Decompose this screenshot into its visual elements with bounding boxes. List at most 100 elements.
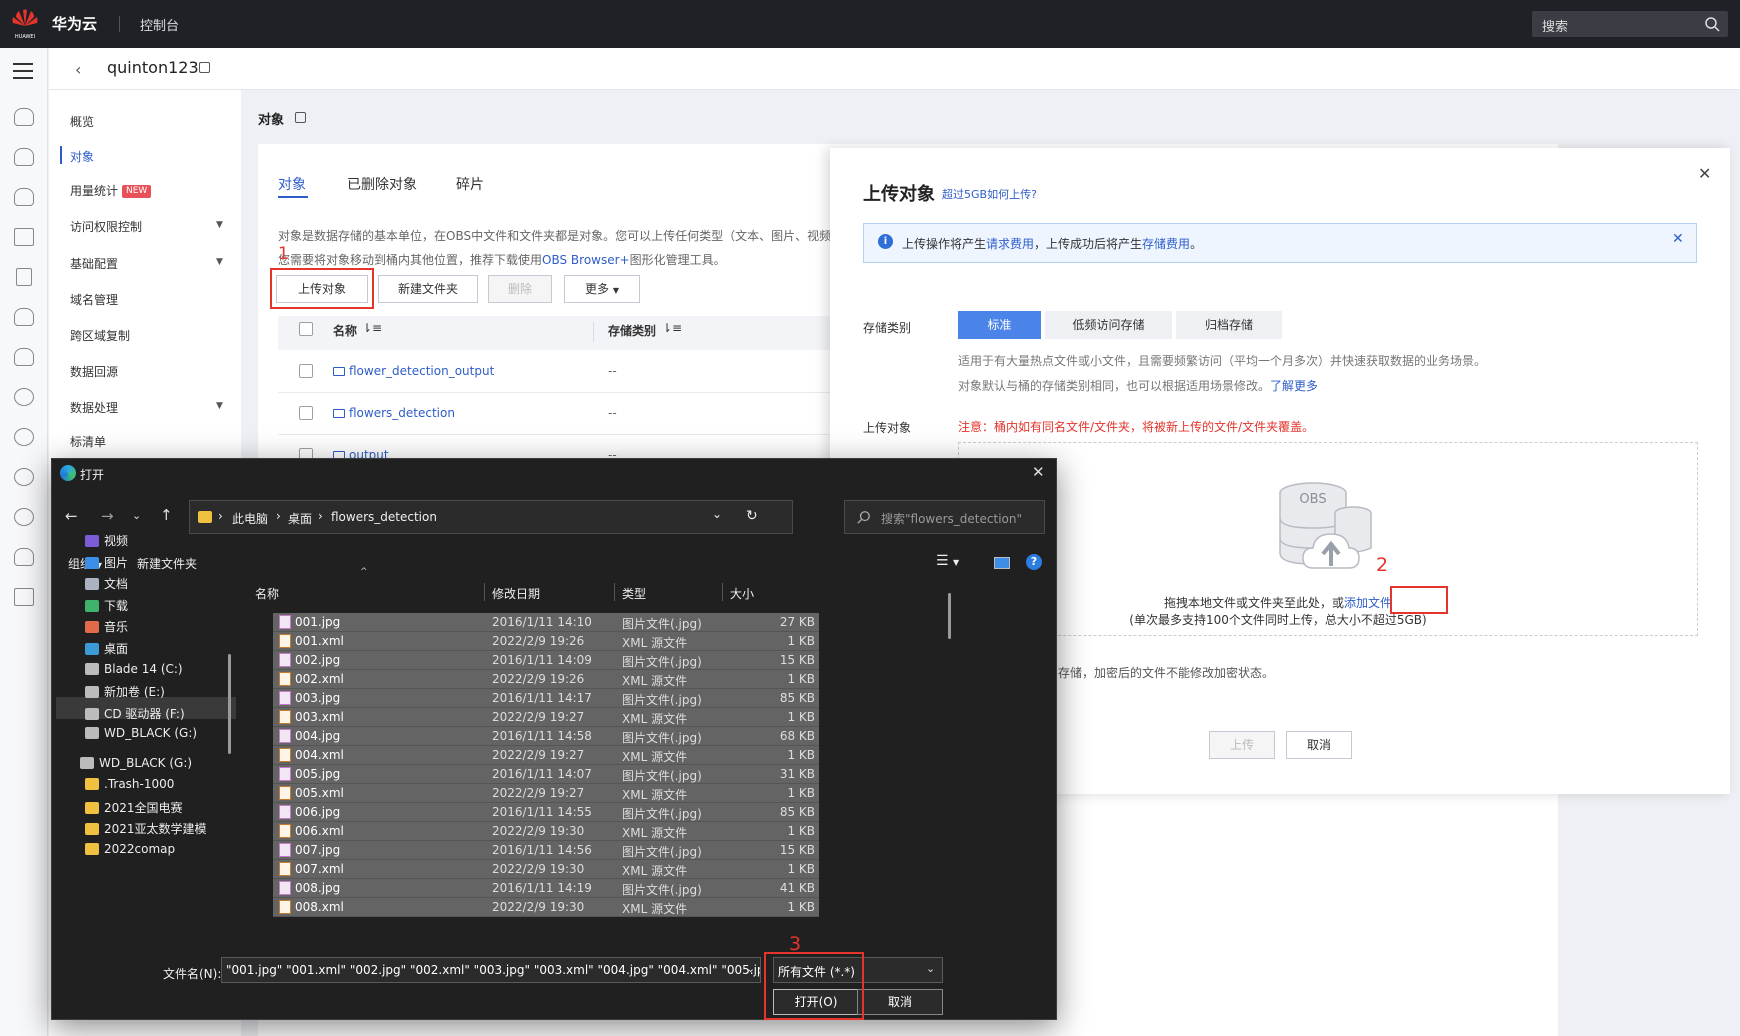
object-name-link[interactable]: flowers_detection [333, 406, 455, 420]
breadcrumb-desktop[interactable]: 桌面 [288, 510, 312, 527]
tree-item[interactable]: .Trash-1000 [85, 777, 174, 791]
close-icon[interactable]: ✕ [1672, 231, 1684, 247]
preview-pane-icon[interactable] [994, 557, 1010, 569]
file-row[interactable]: 008.jpg 2016/1/11 14:19 图片文件(.jpg) 41 KB [273, 879, 819, 898]
file-row[interactable]: 004.jpg 2016/1/11 14:58 图片文件(.jpg) 68 KB [273, 727, 819, 746]
file-row[interactable]: 003.jpg 2016/1/11 14:17 图片文件(.jpg) 85 KB [273, 689, 819, 708]
close-icon[interactable]: ✕ [1032, 463, 1045, 481]
up-icon[interactable]: ↑ [160, 506, 173, 524]
tree-item[interactable]: 图片 [85, 554, 128, 571]
help-icon[interactable]: ? [1026, 554, 1042, 570]
tree-item[interactable]: WD_BLACK (G:) [85, 726, 197, 740]
back-icon[interactable]: ← [65, 507, 78, 525]
menu-icon[interactable] [13, 63, 33, 79]
tree-item[interactable]: 2021亚太数学建模 [85, 820, 207, 837]
breadcrumb-this-pc[interactable]: 此电脑 [232, 510, 268, 527]
globe-icon[interactable] [14, 508, 34, 526]
recent-chevron-icon[interactable]: ⌄ [132, 509, 141, 522]
sidebar-item[interactable]: 访问权限控制 [70, 218, 142, 235]
learn-more-link[interactable]: 了解更多 [1270, 379, 1318, 393]
chart-icon[interactable] [14, 588, 34, 606]
console-link[interactable]: 控制台 [140, 15, 179, 34]
cloud-icon[interactable] [14, 548, 34, 566]
col-name[interactable]: 名称 [333, 322, 357, 339]
upload-object-button[interactable]: 上传对象 [276, 275, 368, 303]
close-icon[interactable]: ✕ [1698, 164, 1711, 183]
tree-item[interactable]: WD_BLACK (G:) [80, 756, 192, 770]
col-storage-class[interactable]: 存储类别 [608, 322, 656, 339]
search-input[interactable]: 搜索 [1532, 11, 1728, 37]
file-icon[interactable] [16, 268, 32, 286]
col-modified-date[interactable]: 修改日期 [492, 585, 540, 602]
storage-fee-link[interactable]: 存储费用 [1142, 237, 1190, 251]
request-fee-link[interactable]: 请求费用 [986, 237, 1034, 251]
class-infrequent-button[interactable]: 低频访问存储 [1045, 311, 1172, 339]
upload-button[interactable]: 上传 [1209, 731, 1275, 759]
class-standard-button[interactable]: 标准 [958, 311, 1041, 339]
tab-deleted-objects[interactable]: 已删除对象 [347, 174, 417, 194]
new-folder-button[interactable]: 新建文件夹 [378, 275, 478, 303]
users-icon[interactable] [14, 468, 34, 486]
file-row[interactable]: 002.jpg 2016/1/11 14:09 图片文件(.jpg) 15 KB [273, 651, 819, 670]
search-icon[interactable] [1704, 16, 1720, 32]
select-all-checkbox[interactable] [299, 322, 313, 336]
object-name-link[interactable]: flower_detection_output [333, 364, 494, 378]
row-checkbox[interactable] [299, 364, 313, 378]
file-row[interactable]: 007.xml 2022/2/9 19:30 XML 源文件 1 KB [273, 860, 819, 879]
obs-browser-link[interactable]: OBS Browser+ [542, 253, 630, 267]
breadcrumb-folder[interactable]: flowers_detection [331, 510, 437, 524]
copy-icon[interactable] [295, 112, 306, 123]
dialog-cancel-button[interactable]: 取消 [857, 989, 943, 1015]
cloud-icon[interactable] [14, 348, 34, 366]
chevron-down-icon[interactable]: ⌄ [926, 962, 935, 975]
tree-item[interactable]: 文档 [85, 575, 128, 592]
file-row[interactable]: 007.jpg 2016/1/11 14:56 图片文件(.jpg) 15 KB [273, 841, 819, 860]
file-row[interactable]: 005.xml 2022/2/9 19:27 XML 源文件 1 KB [273, 784, 819, 803]
chevron-down-icon[interactable]: ⌄ [746, 962, 755, 975]
add-files-link[interactable]: 添加文件 [1344, 596, 1392, 610]
file-row[interactable]: 004.xml 2022/2/9 19:27 XML 源文件 1 KB [273, 746, 819, 765]
sidebar-item[interactable]: 对象 [70, 148, 94, 165]
sort-icon[interactable]: ⇂≡ [662, 321, 682, 335]
col-size[interactable]: 大小 [730, 585, 754, 602]
tree-item[interactable]: Blade 14 (C:) [85, 662, 183, 676]
tree-scrollbar[interactable] [228, 654, 231, 754]
sidebar-item[interactable]: 基础配置 [70, 255, 118, 272]
database-icon[interactable] [14, 188, 34, 206]
sidebar-item[interactable]: 域名管理 [70, 291, 118, 308]
tree-item[interactable]: 视频 [85, 532, 128, 549]
network-icon[interactable] [14, 388, 34, 406]
refresh-icon[interactable]: ↻ [746, 508, 758, 524]
file-row[interactable]: 002.xml 2022/2/9 19:26 XML 源文件 1 KB [273, 670, 819, 689]
sidebar-item[interactable]: 标清单 [70, 433, 106, 450]
cloud-icon[interactable] [14, 108, 34, 126]
sidebar-item[interactable]: 数据处理 [70, 399, 118, 416]
chart-icon[interactable] [14, 228, 34, 246]
tree-item[interactable]: CD 驱动器 (F:) [85, 705, 185, 722]
file-row[interactable]: 006.xml 2022/2/9 19:30 XML 源文件 1 KB [273, 822, 819, 841]
sidebar-item[interactable]: 用量统计 NEW [70, 182, 152, 199]
forward-icon[interactable]: → [101, 507, 114, 525]
tree-item[interactable]: 2022comap [85, 842, 175, 856]
huawei-logo-icon[interactable]: HUAWEI [10, 8, 40, 40]
address-bar[interactable]: › 此电脑 › 桌面 › flowers_detection ⌄ ↻ [189, 500, 793, 534]
filename-input[interactable]: "001.jpg" "001.xml" "002.jpg" "002.xml" … [221, 957, 761, 983]
back-arrow-icon[interactable]: ‹ [75, 60, 81, 79]
sidebar-item[interactable]: 数据回源 [70, 363, 118, 380]
file-row[interactable]: 001.jpg 2016/1/11 14:10 图片文件(.jpg) 27 KB [273, 613, 819, 632]
cloud-icon[interactable] [14, 308, 34, 326]
more-button[interactable]: 更多 ▼ [564, 275, 640, 303]
file-row[interactable]: 005.jpg 2016/1/11 14:07 图片文件(.jpg) 31 KB [273, 765, 819, 784]
tab-fragments[interactable]: 碎片 [456, 174, 484, 194]
file-row[interactable]: 006.jpg 2016/1/11 14:55 图片文件(.jpg) 85 KB [273, 803, 819, 822]
tab-objects[interactable]: 对象 [278, 174, 306, 194]
large-upload-help-link[interactable]: 超过5GB如何上传? [942, 186, 1037, 202]
chevron-down-icon[interactable]: ⌄ [712, 507, 722, 521]
expand-arrow-icon[interactable]: ▼ [216, 257, 223, 267]
view-menu-icon[interactable]: ☰ ▼ [936, 553, 959, 569]
tree-item[interactable]: 2021全国电赛 [85, 799, 183, 816]
row-checkbox[interactable] [299, 406, 313, 420]
sidebar-item[interactable]: 跨区域复制 [70, 327, 130, 344]
new-folder-button[interactable]: 新建文件夹 [137, 555, 197, 572]
col-file-name[interactable]: 名称 [255, 585, 279, 602]
